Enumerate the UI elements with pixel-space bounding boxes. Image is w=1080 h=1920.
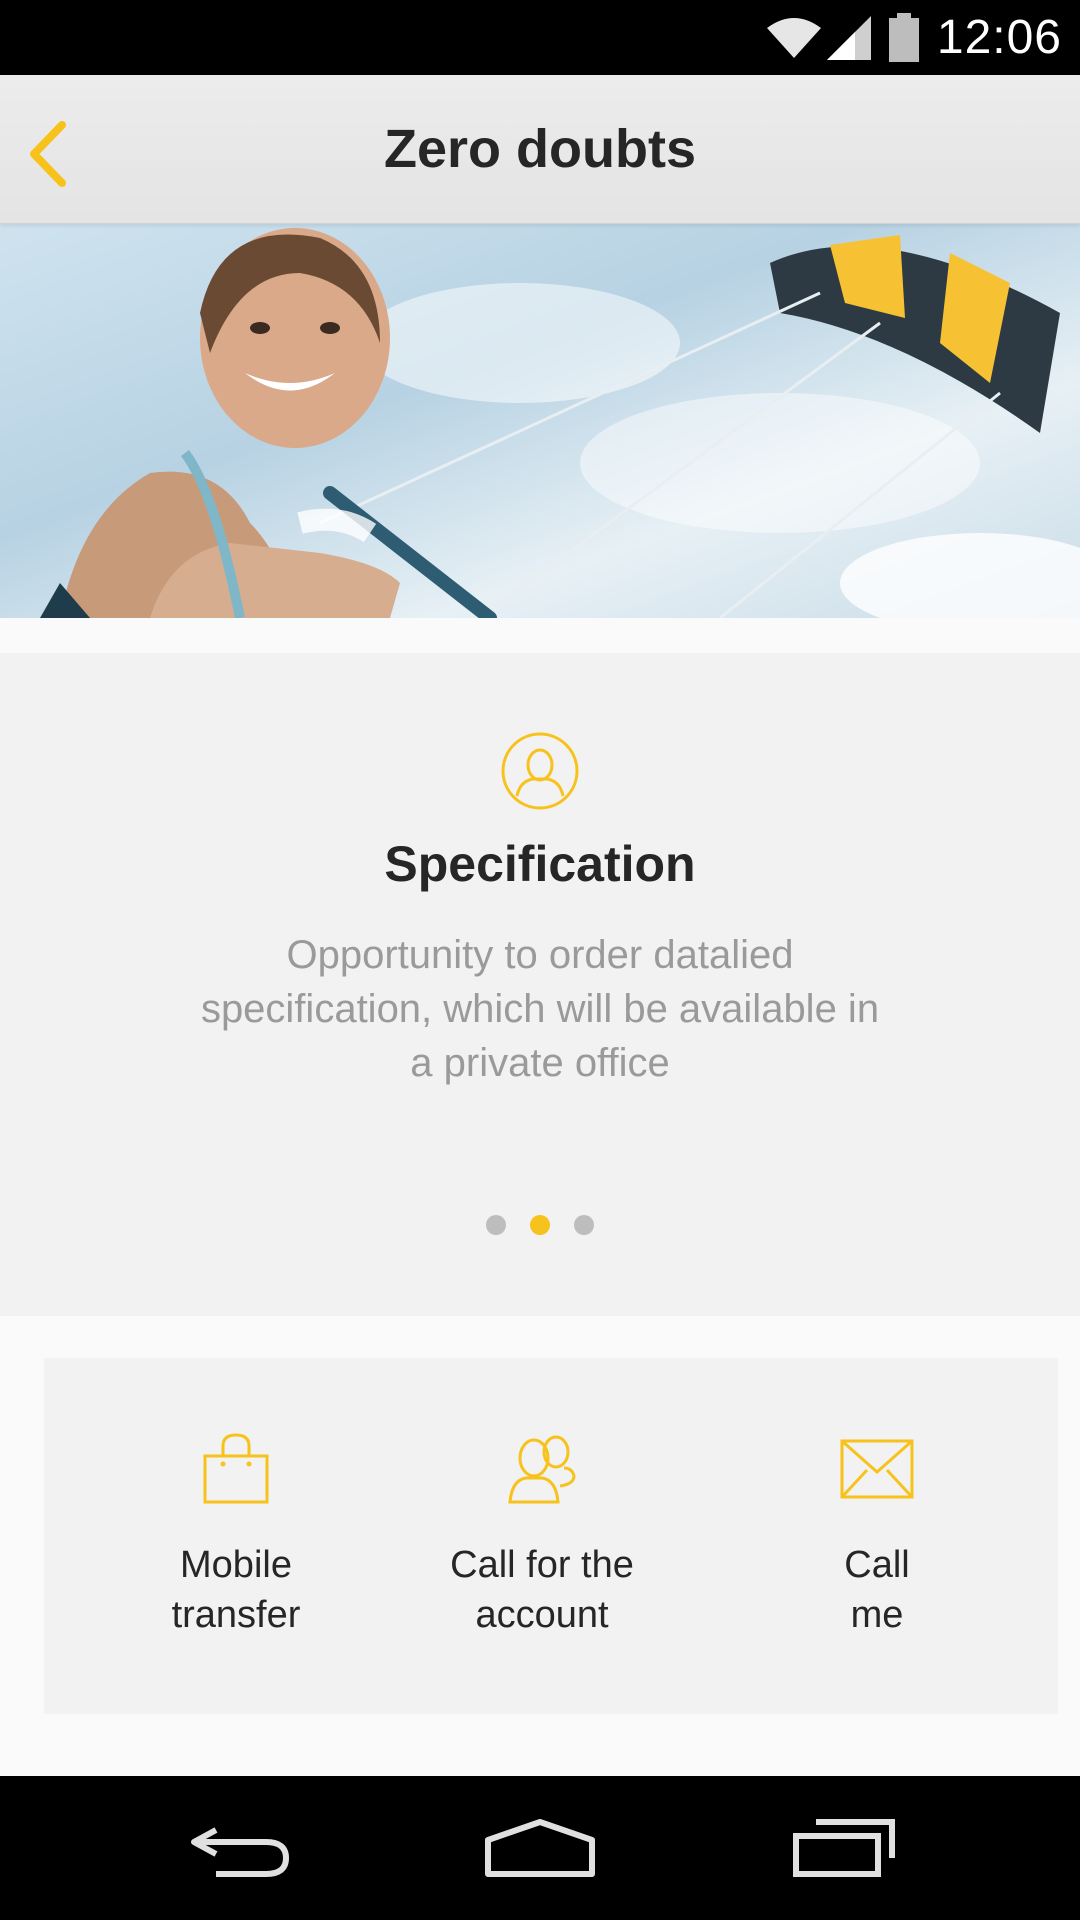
users-icon: [508, 1435, 576, 1504]
call-me-button[interactable]: Call me: [727, 1358, 1027, 1714]
status-bar: 12:06: [0, 0, 1080, 75]
status-icons: 12:06: [765, 0, 1062, 75]
hero-image: [0, 223, 1080, 618]
carousel-title: Specification: [384, 836, 696, 892]
page-title: Zero doubts: [384, 119, 696, 179]
call-me-label: Call me: [727, 1540, 1027, 1640]
action-label-line: transfer: [171, 1594, 301, 1636]
call-for-account-label: Call for the account: [392, 1540, 692, 1640]
action-label-line: account: [475, 1594, 609, 1636]
action-label-line: Call for the: [450, 1544, 634, 1586]
page-dot-active[interactable]: [530, 1215, 550, 1235]
page-indicator: [0, 1215, 1080, 1235]
home-icon[interactable]: [484, 1818, 596, 1878]
page-dot[interactable]: [574, 1215, 594, 1235]
action-label-line: me: [850, 1594, 904, 1636]
shopping-bag-icon: [203, 1433, 269, 1504]
mobile-transfer-button[interactable]: Mobile transfer: [86, 1358, 386, 1714]
wifi-icon: [766, 17, 821, 58]
action-label-line: Call: [844, 1544, 910, 1586]
action-label-line: Mobile: [180, 1544, 292, 1586]
mobile-transfer-label: Mobile transfer: [86, 1540, 386, 1640]
status-time: 12:06: [936, 11, 1062, 64]
app-header: Zero doubts: [0, 75, 1080, 224]
quick-actions-panel: Mobile transfer Call for the account Cal…: [44, 1358, 1058, 1714]
recents-icon[interactable]: [792, 1818, 896, 1878]
signal-icon: [826, 15, 871, 60]
system-nav-bar: [0, 1776, 1080, 1920]
back-icon[interactable]: [186, 1818, 292, 1878]
envelope-icon: [840, 1439, 914, 1499]
carousel-description: Opportunity to order datalied specificat…: [200, 933, 880, 1085]
battery-icon: [888, 12, 919, 62]
page-dot[interactable]: [486, 1215, 506, 1235]
kitesurfer-photo: [40, 228, 1080, 618]
user-circle-icon: [501, 732, 579, 810]
call-for-account-button[interactable]: Call for the account: [392, 1358, 692, 1714]
